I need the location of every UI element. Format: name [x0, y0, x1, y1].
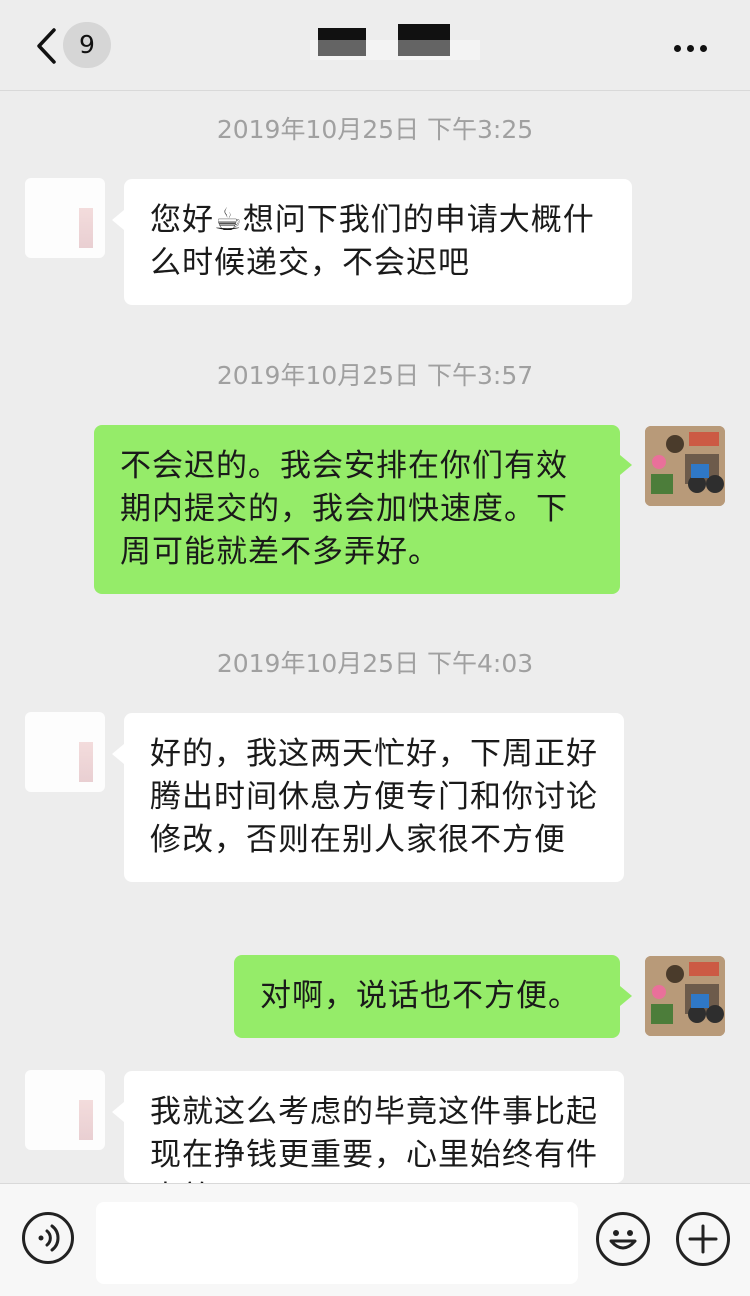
contact-avatar[interactable]: [25, 1070, 105, 1150]
my-avatar[interactable]: [645, 426, 725, 506]
avatar-toy-photo-icon: [645, 426, 725, 506]
contact-avatar[interactable]: [25, 178, 105, 258]
emoji-button[interactable]: [596, 1212, 650, 1266]
timestamp: 2019年10月25日 下午3:25: [216, 115, 534, 144]
message-input[interactable]: [96, 1202, 578, 1284]
chat-header: 9: [0, 0, 750, 91]
message-bubble[interactable]: 不会迟的。我会安排在你们有效期内提交的，我会加快速度。下周可能就差不多弄好。: [94, 425, 620, 594]
contact-avatar[interactable]: [25, 712, 105, 792]
ellipsis-icon[interactable]: [674, 37, 713, 56]
message-bubble[interactable]: 您好☕想问下我们的申请大概什么时候递交，不会迟吧: [124, 179, 632, 305]
chat-title-redacted: [310, 24, 480, 60]
plus-icon[interactable]: [679, 1215, 727, 1263]
my-avatar[interactable]: [645, 956, 725, 1036]
message-bubble[interactable]: 对啊，说话也不方便。: [234, 955, 620, 1038]
input-bar: [0, 1183, 750, 1296]
avatar-toy-photo-icon: [645, 956, 725, 1036]
emoji-icon[interactable]: [599, 1215, 647, 1263]
message-bubble[interactable]: 我就这么考虑的毕竟这件事比起现在挣钱更重要，心里始终有件事放不下: [124, 1071, 624, 1183]
more-options-button[interactable]: [674, 37, 714, 52]
voice-button[interactable]: [22, 1212, 74, 1264]
timestamp: 2019年10月25日 下午3:57: [216, 361, 534, 390]
message-bubble[interactable]: 好的，我这两天忙好，下周正好腾出时间休息方便专门和你讨论修改，否则在别人家很不方…: [124, 713, 624, 882]
timestamp: 2019年10月25日 下午4:03: [216, 649, 534, 678]
more-features-button[interactable]: [676, 1212, 730, 1266]
unread-count-badge[interactable]: 9: [63, 22, 111, 68]
voice-icon[interactable]: [25, 1215, 71, 1261]
